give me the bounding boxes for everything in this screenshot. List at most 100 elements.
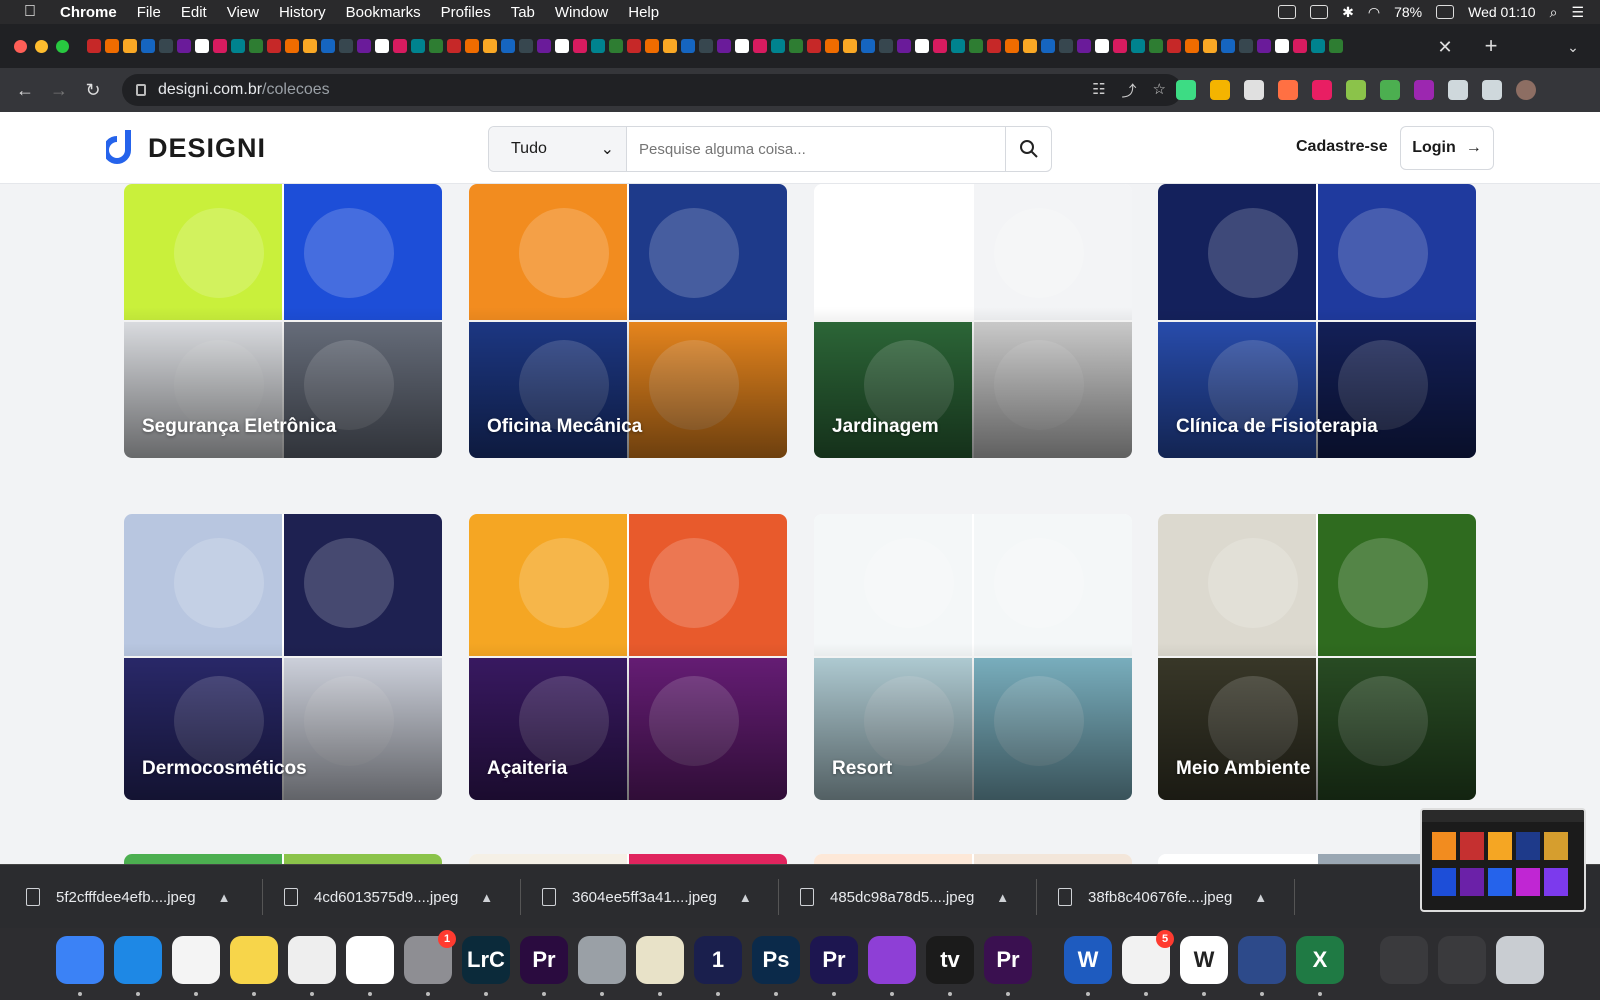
podcasts-app-icon[interactable] [868,936,916,984]
bookmark-star-icon[interactable]: ☆ [1153,80,1166,101]
reload-icon[interactable]: ↻ [76,80,110,101]
back-icon[interactable]: ← [8,80,42,101]
menu-tab[interactable]: Tab [511,4,535,21]
forward-icon[interactable]: → [42,80,76,101]
pinned-tab-favicon[interactable] [141,39,155,53]
tab-close-icon[interactable]: ✕ [1432,34,1458,60]
chevron-up-icon[interactable]: ▲ [996,890,1009,905]
pinned-tab-favicon[interactable] [663,39,677,53]
pinned-tab-favicon[interactable] [753,39,767,53]
photoshop-app-icon[interactable]: Ps [752,936,800,984]
downloads-stack-app-icon[interactable] [1380,936,1428,984]
premiere-pro-app-icon[interactable]: Pr [520,936,568,984]
lock-icon[interactable] [136,84,146,96]
pinned-tab-favicon[interactable] [393,39,407,53]
pinned-tab-favicon[interactable] [951,39,965,53]
pinned-tab-favicon[interactable] [231,39,245,53]
textedit-app-icon[interactable] [288,936,336,984]
minimize-window-button[interactable] [35,39,48,53]
pinned-tab-favicon[interactable] [249,39,263,53]
pinned-tab-favicon[interactable] [195,39,209,53]
pinned-tab-favicon[interactable] [1257,39,1271,53]
pinned-tab-favicon[interactable] [555,39,569,53]
share-icon[interactable]: ⤴ [1122,80,1137,101]
collection-card[interactable]: Açaiteria [469,514,787,800]
login-button[interactable]: Login → [1400,126,1494,170]
documents-stack-app-icon[interactable] [1438,936,1486,984]
chevron-up-icon[interactable]: ▲ [218,890,231,905]
sidebar-icon[interactable] [1482,80,1502,100]
1password-app-icon[interactable]: 1 [694,936,742,984]
pinned-tab-favicon[interactable] [447,39,461,53]
pinned-tab-favicon[interactable] [645,39,659,53]
extension-icon[interactable] [1210,80,1230,100]
menu-history[interactable]: History [279,4,326,21]
notes-app-icon[interactable] [230,936,278,984]
photos-app-icon[interactable] [346,936,394,984]
pinned-tab-favicon[interactable] [825,39,839,53]
pinned-tab-favicon[interactable] [789,39,803,53]
pinned-tab-favicon[interactable] [375,39,389,53]
menu-app-name[interactable]: Chrome [60,4,117,21]
pinned-tab-favicon[interactable] [681,39,695,53]
signup-link[interactable]: Cadastre-se [1296,138,1388,156]
extension-icon[interactable] [1278,80,1298,100]
system-preferences-app-icon[interactable]: 1 [404,930,456,984]
address-bar[interactable]: designi.com.br/colecoes ☷ ⤴ ☆ [122,74,1182,106]
menu-bookmarks[interactable]: Bookmarks [346,4,421,21]
pinned-tab-favicon[interactable] [465,39,479,53]
apple-menu-icon[interactable]:  [0,3,60,21]
pinned-tab-favicon[interactable] [519,39,533,53]
download-item[interactable]: 3604ee5ff3a41....jpeg ▲ [542,865,752,929]
microsoft-store-app-icon[interactable]: 5 [1122,930,1174,984]
battery-icon[interactable] [1436,5,1455,19]
word-app-icon[interactable]: W [1064,936,1112,984]
pinned-tab-favicon[interactable] [339,39,353,53]
pinned-tab-favicon[interactable] [735,39,749,53]
pinned-tab-favicon[interactable] [411,39,425,53]
pinned-tab-favicon[interactable] [357,39,371,53]
zoom-window-button[interactable] [56,39,69,53]
extension-icon[interactable] [1244,80,1264,100]
menu-window[interactable]: Window [555,4,608,21]
wondershare-app-icon[interactable]: W [1180,936,1228,984]
pinned-tab-favicon[interactable] [1113,39,1127,53]
spotlight-icon[interactable]: ⌕ [1550,4,1558,21]
chevron-up-icon[interactable]: ▲ [1254,890,1267,905]
pinned-tab-favicon[interactable] [1293,39,1307,53]
premiere-pro-3-app-icon[interactable]: Pr [984,936,1032,984]
chrome-app-icon[interactable] [172,936,220,984]
search-input[interactable] [627,127,1005,171]
pinned-tab-favicon[interactable] [1023,39,1037,53]
pinned-tab-favicon[interactable] [177,39,191,53]
menu-profiles[interactable]: Profiles [441,4,491,21]
chevron-up-icon[interactable]: ▲ [480,890,493,905]
creative-cloud-icon[interactable] [1278,5,1297,19]
profile-avatar[interactable] [1516,80,1536,100]
pinned-tab-favicon[interactable] [429,39,443,53]
safari-app-icon[interactable] [114,936,162,984]
collection-card-partial[interactable] [124,854,442,864]
pinned-tab-favicon[interactable] [1203,39,1217,53]
collection-card[interactable]: Clínica de Fisioterapia [1158,184,1476,458]
site-logo[interactable]: DESIGNI [106,130,266,166]
pinned-tab-favicon[interactable] [285,39,299,53]
collection-card[interactable]: Dermocosméticos [124,514,442,800]
blocked-app-app-icon[interactable] [578,936,626,984]
apple-tv-app-icon[interactable]: tv [926,936,974,984]
pinned-tab-favicon[interactable] [1329,39,1343,53]
pinned-tab-favicon[interactable] [483,39,497,53]
pinned-tab-favicon[interactable] [213,39,227,53]
menu-file[interactable]: File [137,4,161,21]
bluetooth-icon[interactable]: ✱ [1342,4,1354,21]
new-tab-button[interactable]: + [1478,34,1504,60]
pinned-tab-favicon[interactable] [321,39,335,53]
chevron-up-icon[interactable]: ▲ [739,890,752,905]
menu-help[interactable]: Help [628,4,659,21]
pinned-tab-favicon[interactable] [1311,39,1325,53]
translate-icon[interactable]: ☷ [1092,80,1105,101]
pinned-tab-favicon[interactable] [573,39,587,53]
pinned-tab-favicon[interactable] [1077,39,1091,53]
pinned-tab-favicon[interactable] [933,39,947,53]
collection-card-partial[interactable] [469,854,787,864]
